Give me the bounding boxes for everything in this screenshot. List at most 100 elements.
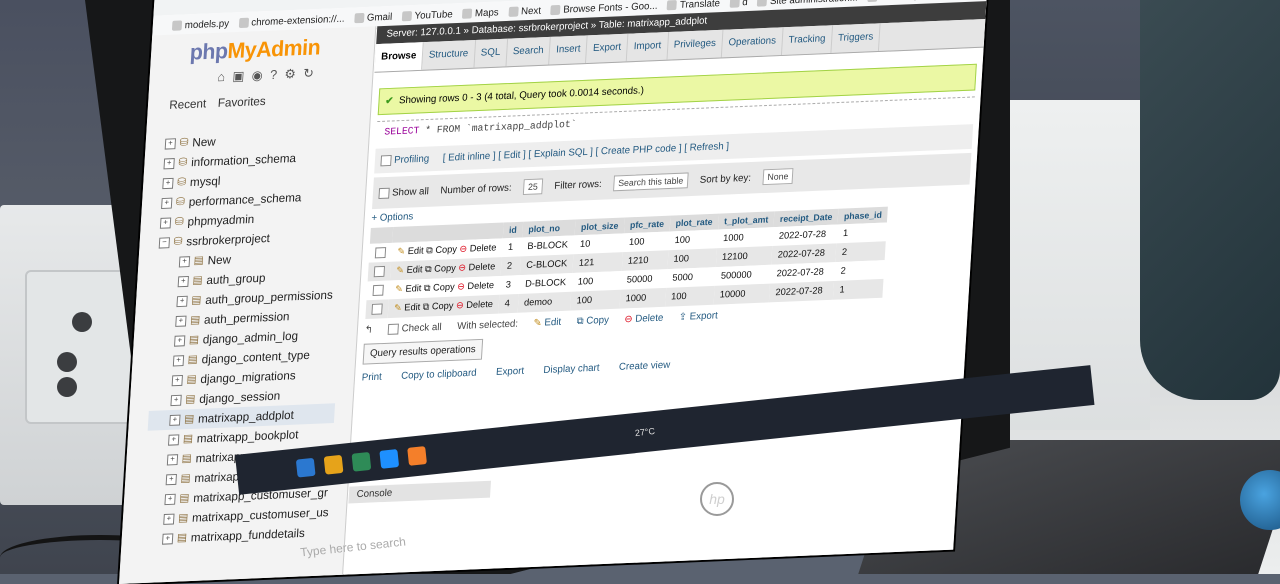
show-all-checkbox[interactable] xyxy=(378,187,390,199)
row-checkbox[interactable] xyxy=(373,266,386,278)
with-selected-export[interactable]: ⇪ Export xyxy=(678,311,718,323)
table-cell: B-BLOCK xyxy=(521,235,575,257)
row-checkbox[interactable] xyxy=(372,284,384,297)
number-of-rows-select[interactable]: 25 xyxy=(522,178,544,196)
expand-icon[interactable]: + xyxy=(174,334,186,347)
row-copy-link[interactable]: ⧉ Copy xyxy=(422,263,456,275)
expand-icon[interactable]: + xyxy=(171,374,183,386)
bookmark-label: YouTube xyxy=(414,8,453,22)
column-header[interactable]: id xyxy=(502,221,524,239)
expand-icon[interactable]: + xyxy=(170,394,182,406)
row-edit-link[interactable]: ✎ Edit xyxy=(397,246,424,258)
row-checkbox-cell xyxy=(366,280,390,301)
with-selected-copy[interactable]: ⧉ Copy xyxy=(576,315,609,327)
tab-search[interactable]: Search xyxy=(506,36,552,67)
tab-privileges[interactable]: Privileges xyxy=(667,29,724,60)
phpmyadmin-logo[interactable]: phpMyAdmin xyxy=(189,35,321,66)
row-edit-link[interactable]: ✎ Edit xyxy=(395,283,422,295)
expand-icon[interactable]: + xyxy=(168,433,180,446)
database-icon: ⛁ xyxy=(178,156,188,169)
expand-icon[interactable]: + xyxy=(163,157,175,169)
query-result-link[interactable]: Display chart xyxy=(543,363,600,376)
console-bar[interactable]: Console xyxy=(348,480,491,504)
query-result-link[interactable]: Export xyxy=(496,366,525,378)
bookmark-item[interactable]: Translate xyxy=(667,0,720,11)
breadcrumb-table[interactable]: Table: matrixapp_addplot xyxy=(598,16,707,31)
bookmark-item[interactable]: models.py xyxy=(171,18,229,31)
profiling-checkbox[interactable] xyxy=(380,155,392,167)
tab-favorites[interactable]: Favorites xyxy=(217,94,266,110)
row-delete-link[interactable]: ⊖ Delete xyxy=(453,299,494,312)
row-copy-link[interactable]: ⧉ Copy xyxy=(423,244,457,256)
filter-rows-input[interactable]: Search this table xyxy=(612,172,689,192)
row-checkbox[interactable] xyxy=(374,247,387,259)
table-cell: 100 xyxy=(571,271,622,292)
expand-icon[interactable]: + xyxy=(176,295,188,307)
row-checkbox-cell xyxy=(368,243,393,263)
folder-icon[interactable] xyxy=(323,454,344,475)
profiling-links[interactable]: [ Edit inline ] [ Edit ] [ Explain SQL ]… xyxy=(442,141,729,164)
table-icon: ▤ xyxy=(188,333,200,347)
sort-by-key-select[interactable]: None xyxy=(762,168,794,186)
expand-icon[interactable]: + xyxy=(162,177,174,189)
expand-icon[interactable]: + xyxy=(175,315,187,327)
tab-export[interactable]: Export xyxy=(586,33,629,64)
xampp-icon[interactable] xyxy=(407,446,427,466)
sidebar-toolbar-icons[interactable]: ⌂ ▣ ◉ ? ⚙ ↻ xyxy=(217,65,316,85)
bookmark-item[interactable]: Browse Fonts - Goo... xyxy=(550,0,658,16)
query-result-link[interactable]: Print xyxy=(361,372,382,384)
expand-icon[interactable]: + xyxy=(166,453,179,466)
tab-insert[interactable]: Insert xyxy=(549,35,589,65)
row-delete-link[interactable]: ⊖ Delete xyxy=(454,280,495,293)
expand-icon[interactable]: − xyxy=(158,236,171,249)
bookmark-item[interactable]: YouTube xyxy=(401,8,453,22)
bookmark-item[interactable]: Gmail xyxy=(353,11,393,24)
breadcrumb-database[interactable]: Database: ssrbrokerproject xyxy=(471,21,588,37)
expand-icon[interactable]: + xyxy=(165,473,177,485)
table-cell: 3 xyxy=(499,275,520,295)
bookmark-item[interactable]: d xyxy=(729,0,748,8)
tab-browse[interactable]: Browse xyxy=(374,42,424,72)
bookmark-icon xyxy=(508,6,519,17)
breadcrumb-server[interactable]: Server: 127.0.0.1 xyxy=(386,26,461,40)
bookmark-item[interactable]: chrome-extension://... xyxy=(238,13,345,29)
expand-icon[interactable]: + xyxy=(163,513,175,525)
with-selected-delete[interactable]: ⊖ Delete xyxy=(624,313,664,325)
tab-sql[interactable]: SQL xyxy=(474,38,508,68)
tree-item-label: New xyxy=(207,252,232,268)
tab-recent[interactable]: Recent xyxy=(169,96,207,111)
row-copy-link[interactable]: ⧉ Copy xyxy=(420,301,453,313)
filter-rows-label: Filter rows: xyxy=(553,178,603,192)
tab-operations[interactable]: Operations xyxy=(721,27,784,58)
expand-icon[interactable]: + xyxy=(162,532,174,545)
expand-icon[interactable]: + xyxy=(169,414,181,426)
bookmark-item[interactable]: WhatsApp xyxy=(867,0,925,3)
new-icon[interactable]: + xyxy=(164,137,177,150)
row-edit-link[interactable]: ✎ Edit xyxy=(396,265,423,277)
check-all-checkbox[interactable] xyxy=(387,323,400,336)
query-result-link[interactable]: Copy to clipboard xyxy=(401,368,477,382)
query-result-link[interactable]: Create view xyxy=(619,360,671,373)
row-actions: ✎ Edit ⧉ Copy ⊖ Delete xyxy=(387,294,500,319)
tab-structure[interactable]: Structure xyxy=(422,39,476,70)
expand-icon[interactable]: + xyxy=(159,216,172,229)
explorer-icon[interactable] xyxy=(295,457,316,478)
row-copy-link[interactable]: ⧉ Copy xyxy=(421,282,455,294)
chrome-icon[interactable] xyxy=(351,451,372,472)
bookmark-item[interactable]: Next xyxy=(508,5,541,17)
row-delete-link[interactable]: ⊖ Delete xyxy=(457,243,497,256)
tab-tracking[interactable]: Tracking xyxy=(781,25,834,56)
expand-icon[interactable]: + xyxy=(161,197,173,209)
row-delete-link[interactable]: ⊖ Delete xyxy=(455,262,496,275)
tab-import[interactable]: Import xyxy=(627,32,669,62)
bookmark-item[interactable]: Maps xyxy=(462,7,499,19)
expand-icon[interactable]: + xyxy=(164,493,176,505)
with-selected-edit[interactable]: ✎ Edit xyxy=(533,317,561,329)
new-icon[interactable]: + xyxy=(178,255,191,268)
expand-icon[interactable]: + xyxy=(172,354,185,367)
row-edit-link[interactable]: ✎ Edit xyxy=(394,302,421,314)
expand-icon[interactable]: + xyxy=(177,275,189,287)
tab-triggers[interactable]: Triggers xyxy=(831,23,881,53)
vscode-icon[interactable] xyxy=(379,449,400,469)
row-checkbox[interactable] xyxy=(371,303,383,316)
